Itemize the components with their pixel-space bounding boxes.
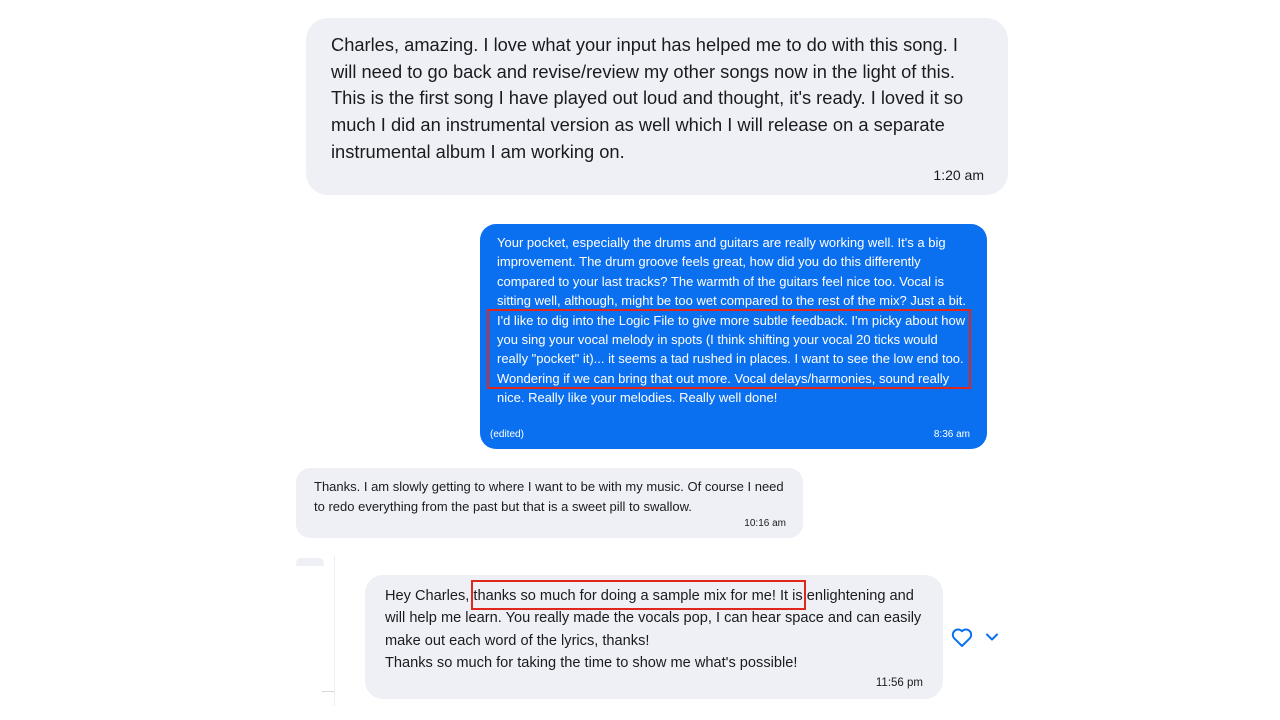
previous-message-edge bbox=[296, 558, 324, 566]
message-bubble[interactable]: Hey Charles, thanks so much for doing a … bbox=[365, 575, 943, 699]
message-bubble[interactable]: Thanks. I am slowly getting to where I w… bbox=[296, 468, 803, 538]
message-timestamp: 1:20 am bbox=[933, 167, 984, 183]
edited-label: (edited) bbox=[490, 429, 524, 440]
message-text: Hey Charles, thanks so much for doing a … bbox=[385, 588, 922, 672]
message-bubble[interactable]: Charles, amazing. I love what your input… bbox=[306, 18, 1008, 195]
heart-icon[interactable] bbox=[949, 625, 975, 649]
chevron-down-icon[interactable] bbox=[982, 627, 1002, 647]
message-text: Thanks. I am slowly getting to where I w… bbox=[314, 479, 784, 514]
message-timestamp: 11:56 pm bbox=[875, 677, 923, 689]
message-text: Your pocket, especially the drums and gu… bbox=[497, 235, 966, 406]
message-text: Charles, amazing. I love what your input… bbox=[331, 34, 964, 162]
message-timestamp: 10:16 am bbox=[744, 518, 786, 529]
message-bubble-outgoing[interactable]: Your pocket, especially the drums and gu… bbox=[480, 224, 987, 449]
thread-line bbox=[334, 556, 335, 706]
thread-tick bbox=[322, 691, 334, 692]
message-timestamp: 8:36 am bbox=[933, 429, 970, 440]
